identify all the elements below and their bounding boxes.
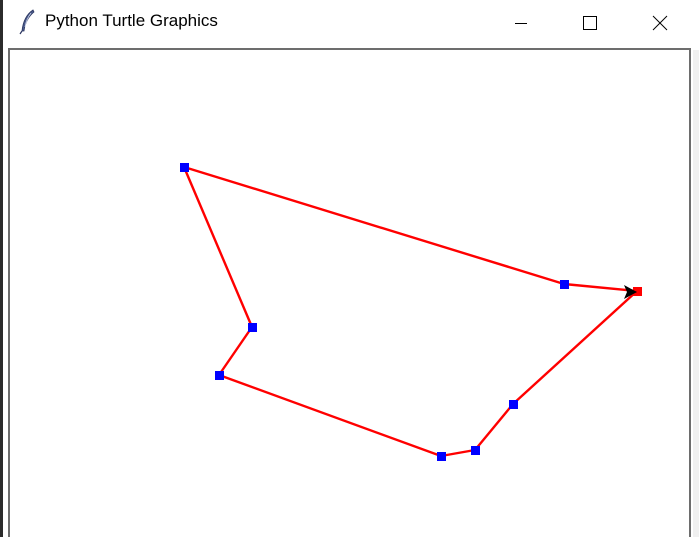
turtle-window: Python Turtle Graphics	[0, 0, 699, 537]
vertex-dot	[248, 323, 257, 332]
vertex-dot	[180, 163, 189, 172]
vertex-dot	[509, 400, 518, 409]
vertex-dot	[437, 452, 446, 461]
turtle-path	[182, 165, 638, 458]
drawing-layer	[180, 163, 642, 461]
vertex-dot	[471, 446, 480, 455]
vertex-dot	[215, 371, 224, 380]
vertex-dot	[560, 280, 569, 289]
